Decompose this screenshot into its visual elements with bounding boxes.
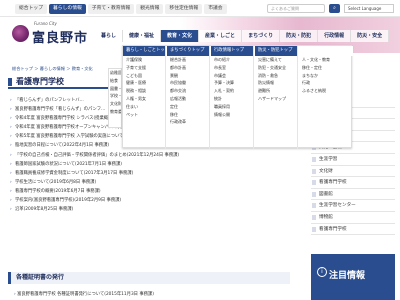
breadcrumb[interactable]: 総合トップ ＞ 暮らしの情報 ＞ 教育・文化 [12, 66, 93, 72]
menu-item[interactable]: 統計 [211, 95, 253, 103]
menu-item[interactable]: 都市交流 [167, 87, 209, 95]
menu-item[interactable]: 住まい [123, 103, 165, 111]
menu-item[interactable]: 行政改革 [167, 118, 209, 126]
menu-item[interactable]: 教育委員会 [109, 108, 121, 116]
menu-item[interactable]: 防災情報 [255, 79, 297, 87]
menu-item[interactable]: 市長室 [211, 64, 253, 72]
list-item[interactable]: › 看護職員養成修学資金制度について(2017年3月17日 事務課) [10, 169, 300, 178]
nav-living[interactable]: 暮らし [95, 30, 124, 42]
language-select[interactable]: Select Language [344, 4, 394, 13]
list-item[interactable]: › 「学校の自己点検・自己評価・学校関係者評価」のまとめ(2021年12月24日 … [10, 151, 300, 160]
menu-item[interactable]: 人権・男女 [123, 95, 165, 103]
tab-home[interactable]: 総合トップ [15, 4, 47, 14]
menu-item[interactable]: 職員採用 [211, 103, 253, 111]
nav-education[interactable]: 教育・文化 [161, 30, 200, 42]
logo-subtitle: Furano City [34, 21, 57, 26]
info-title: 注目情報 [329, 271, 366, 281]
menu-item[interactable]: 市の紹介 [211, 56, 253, 64]
nav-admin[interactable]: 行政情報 [318, 30, 352, 42]
menu-item[interactable]: 学校・教育 [109, 92, 121, 100]
menu-item[interactable]: 都市計画 [167, 64, 209, 72]
menu-column: 暮らし・しごとトップ 介護保険 子育て支援 こども園 健康・医療 税務・相談 人… [123, 46, 166, 149]
menu-item[interactable]: 移住・定住 [299, 64, 353, 72]
menu-item[interactable]: 広報活動 [167, 95, 209, 103]
nav-health[interactable]: 健康・福祉 [123, 30, 162, 42]
menu-column-head[interactable]: 防災・防犯トップ [255, 46, 297, 56]
menu-item[interactable]: 税務・相談 [123, 87, 165, 95]
menu-column: 行政情報トップ 市の紹介 市長室 市議会 予算・決算 入札・契約 統計 職員採用… [211, 46, 254, 149]
menu-column-head [299, 46, 353, 56]
menu-item[interactable]: 市議会 [211, 72, 253, 80]
tab-childcare[interactable]: 子育て・教育情報 [87, 4, 135, 14]
menu-item[interactable]: ペット [123, 111, 165, 119]
list-item[interactable]: › 学校案内(富良野看護専門学校)(2019年2月9日 事務課) [10, 196, 300, 205]
menu-column-head[interactable]: まちづくりトップ [167, 46, 209, 56]
menu-item[interactable]: まちなか [299, 72, 353, 80]
nav-industry[interactable]: 産業・しごと [199, 30, 243, 42]
menu-item[interactable]: 避難所 [255, 87, 297, 95]
menu-item[interactable]: ふるさと納税 [299, 87, 353, 95]
section-heading: 各種証明書の発行 [8, 272, 290, 284]
menu-item[interactable]: こども園 [123, 72, 165, 80]
menu-item[interactable]: 給食 [109, 77, 121, 85]
menu-item[interactable]: 人・文化・教育 [299, 56, 353, 64]
menu-column-head[interactable]: 行政情報トップ [211, 46, 253, 56]
tab-living[interactable]: 暮らしの情報 [49, 4, 86, 14]
menu-item[interactable]: 総合計画 [167, 56, 209, 64]
menu-item[interactable]: 入札・契約 [211, 87, 253, 95]
list-item[interactable]: › 看護師国家試験の状況について(2021年7月1日 事務課) [10, 160, 300, 169]
tab-tourism[interactable]: 観光情報 [136, 4, 164, 14]
menu-column-head[interactable]: 暮らし・しごとトップ [123, 46, 165, 56]
side-item[interactable]: 生涯学習センター [311, 200, 395, 212]
nav-town[interactable]: まちづくり [242, 30, 281, 42]
menu-item[interactable]: 健康・医療 [123, 79, 165, 87]
main-nav: 暮らし 健康・福祉 教育・文化 産業・しごと まちづくり 防災・防犯 行政情報 … [95, 30, 390, 42]
nav-disaster[interactable]: 防災・防犯 [280, 30, 319, 42]
side-item[interactable]: 生涯学習 [311, 154, 395, 166]
menu-item[interactable]: 文化財 [109, 100, 121, 108]
menu-item[interactable]: 災害に備えて [255, 56, 297, 64]
menu-item[interactable]: 情報公開 [211, 111, 253, 119]
mega-menu-dropdown: 暮らし・しごとトップ 介護保険 子育て支援 こども園 健康・医療 税務・相談 人… [122, 45, 353, 149]
menu-item[interactable]: 幼稚園・保育所 [109, 69, 121, 77]
menu-item[interactable]: 定住 [167, 103, 209, 111]
side-item[interactable]: 図書館 [311, 189, 395, 201]
side-item[interactable]: 看護専門学校 [311, 177, 395, 189]
menu-item[interactable]: 移住 [167, 111, 209, 119]
side-item[interactable]: 看護専門学校 [311, 224, 395, 236]
menu-item[interactable]: 行政 [299, 79, 353, 87]
menu-column: まちづくりトップ 総合計画 都市計画 景観 市民協働 都市交流 広報活動 定住 … [167, 46, 210, 149]
search-icon: ⌕ [333, 5, 336, 11]
city-emblem-icon [12, 25, 29, 42]
top-right-tools: よくあるご質問 ⌕ Select Language [267, 4, 394, 13]
list-item[interactable]: › 沿革(2009年8月25日 事務課) [10, 205, 300, 214]
menu-item[interactable]: 景観 [167, 72, 209, 80]
list-item[interactable]: › 看護専門学校の概要(2019年6月7日 事務課) [10, 187, 300, 196]
menu-column: 防災・防犯トップ 災害に備えて 防犯・交通安全 消防・救急 防災情報 避難所 ハ… [255, 46, 298, 149]
menu-item[interactable]: 消防・救急 [255, 72, 297, 80]
site-logo[interactable]: 富良野市 [32, 27, 88, 46]
side-item[interactable]: 博物館 [311, 212, 395, 224]
top-tabs: 総合トップ 暮らしの情報 子育て・教育情報 観光情報 移住定住情報 市議会 [15, 4, 227, 14]
tab-council[interactable]: 市議会 [204, 4, 227, 14]
side-item[interactable]: 文化財 [311, 166, 395, 178]
menu-item[interactable]: 市民協働 [167, 79, 209, 87]
dropdown-left-column: 幼稚園・保育所 給食 図書・図書館 学校・教育 文化財 教育委員会 [108, 68, 122, 128]
top-bar: 総合トップ 暮らしの情報 子育て・教育情報 観光情報 移住定住情報 市議会 よく… [0, 0, 400, 17]
list-item[interactable]: › 富良野看護専門学校 各種証明書発行について(2015年11月3日 事務課) [14, 291, 154, 297]
menu-item[interactable]: 防犯・交通安全 [255, 64, 297, 72]
search-input[interactable]: よくあるご質問 [267, 4, 325, 13]
menu-item[interactable]: 図書・図書館 [109, 85, 121, 93]
tab-relocation[interactable]: 移住定住情報 [165, 4, 203, 14]
info-icon: i [317, 267, 327, 277]
menu-item[interactable]: 予算・決算 [211, 79, 253, 87]
nav-safety[interactable]: 防災・安全 [351, 30, 390, 42]
menu-column: 人・文化・教育 移住・定住 まちなか 行政 ふるさと納税 [299, 46, 353, 149]
search-button[interactable]: ⌕ [329, 4, 340, 13]
info-panel[interactable]: i 注目情報 [311, 254, 395, 300]
list-item[interactable]: › 学校生活について(2019年6月8日 事務課) [10, 178, 300, 187]
menu-item[interactable]: 子育て支援 [123, 64, 165, 72]
menu-item[interactable]: ハザードマップ [255, 95, 297, 103]
menu-item[interactable]: 介護保険 [123, 56, 165, 64]
